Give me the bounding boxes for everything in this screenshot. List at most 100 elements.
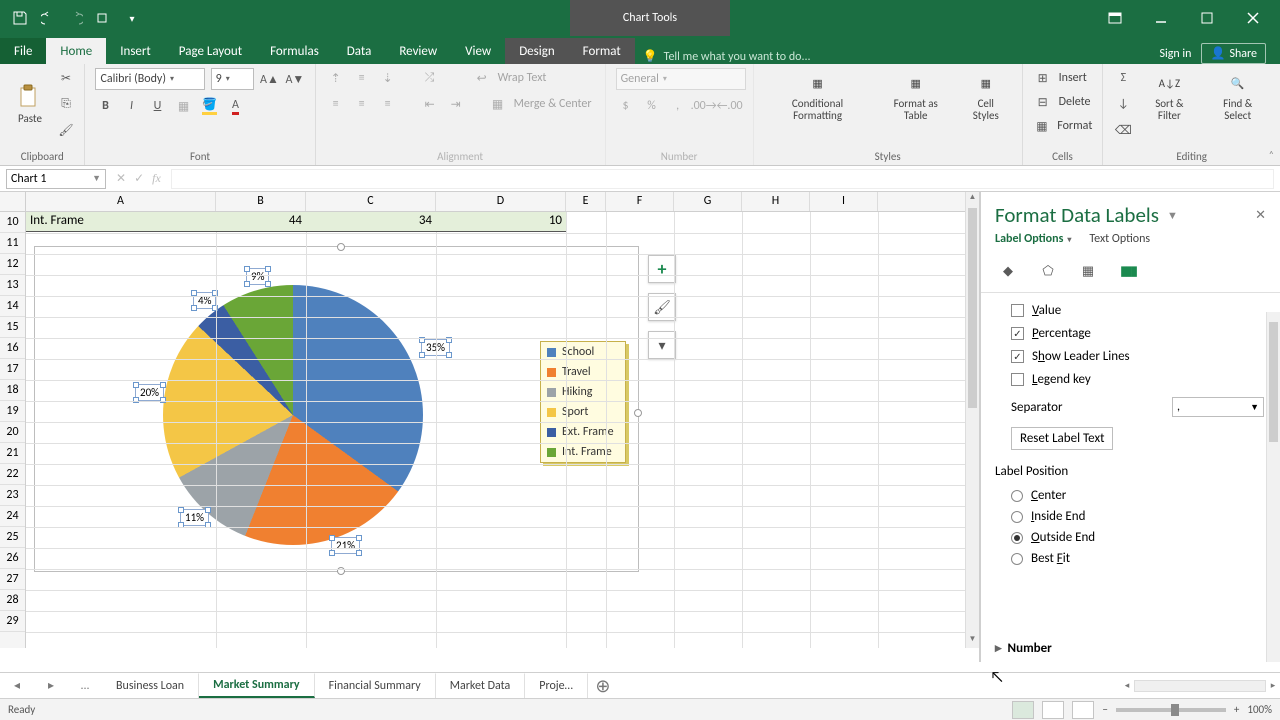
column-header[interactable]: C: [306, 192, 436, 211]
row-header[interactable]: 21: [0, 443, 25, 464]
row-header[interactable]: 15: [0, 317, 25, 338]
column-header[interactable]: E: [566, 192, 606, 211]
data-label-int-frame[interactable]: 9%: [246, 268, 269, 285]
tab-file[interactable]: File: [0, 38, 46, 64]
checkbox-percentage[interactable]: ✓Percentage: [1011, 322, 1276, 345]
legend-item[interactable]: Sport: [541, 402, 625, 422]
currency-icon[interactable]: $: [616, 96, 636, 116]
zoom-in-icon[interactable]: +: [1234, 703, 1239, 716]
delete-button[interactable]: ⊟Delete: [1033, 92, 1093, 112]
close-pane-icon[interactable]: ✕: [1255, 208, 1266, 223]
font-size-select[interactable]: 9: [211, 68, 254, 90]
font-color-icon[interactable]: A: [225, 96, 245, 116]
column-header[interactable]: H: [742, 192, 810, 211]
row-header[interactable]: 19: [0, 401, 25, 422]
page-layout-view-icon[interactable]: [1042, 701, 1064, 719]
sheet-tab-market-data[interactable]: Market Data: [436, 673, 526, 698]
fill-icon[interactable]: ↓: [1113, 94, 1133, 114]
cut-icon[interactable]: ✂: [56, 68, 76, 88]
number-format-select[interactable]: General: [616, 68, 746, 90]
tab-formulas[interactable]: Formulas: [256, 38, 333, 64]
sheet-tab-market-summary[interactable]: Market Summary: [199, 673, 315, 698]
tab-view[interactable]: View: [451, 38, 505, 64]
row-header[interactable]: 10: [0, 212, 25, 233]
legend-item[interactable]: Ext. Frame: [541, 422, 625, 442]
decrease-decimal-icon[interactable]: ←.00: [720, 96, 740, 116]
save-icon[interactable]: [6, 4, 34, 32]
border-icon[interactable]: ▦: [173, 96, 193, 116]
copy-icon[interactable]: ⎘: [56, 94, 76, 114]
align-left-icon[interactable]: ≡: [326, 94, 346, 114]
chart-filters-button[interactable]: ▾: [648, 331, 676, 359]
cell[interactable]: Int. Frame: [26, 212, 216, 232]
align-right-icon[interactable]: ≡: [378, 94, 398, 114]
fx-icon[interactable]: fx: [152, 171, 161, 186]
sheet-tab-financial-summary[interactable]: Financial Summary: [315, 673, 436, 698]
orientation-icon[interactable]: ⤮: [420, 68, 440, 88]
sort-filter-button[interactable]: A↓ZSort & Filter: [1139, 68, 1199, 124]
row-header[interactable]: 24: [0, 506, 25, 527]
page-break-view-icon[interactable]: [1072, 701, 1094, 719]
close-icon[interactable]: [1230, 2, 1276, 34]
vertical-scrollbar[interactable]: ▲ ▼: [965, 192, 979, 648]
row-header[interactable]: 18: [0, 380, 25, 401]
column-header[interactable]: G: [674, 192, 742, 211]
size-properties-icon[interactable]: ▦: [1075, 258, 1101, 284]
sheet-nav-next[interactable]: ▸: [34, 673, 68, 698]
clear-icon[interactable]: ⌫: [1113, 120, 1133, 140]
column-header[interactable]: D: [436, 192, 566, 211]
decrease-indent-icon[interactable]: ⇤: [420, 94, 440, 114]
reset-label-text-button[interactable]: Reset Label Text: [1011, 427, 1113, 450]
scroll-thumb[interactable]: [968, 208, 977, 408]
maximize-icon[interactable]: [1184, 2, 1230, 34]
zoom-level[interactable]: 100%: [1247, 703, 1272, 716]
tab-page-layout[interactable]: Page Layout: [165, 38, 256, 64]
merge-icon[interactable]: ▦: [488, 94, 508, 114]
comma-icon[interactable]: ,: [668, 96, 688, 116]
row-header[interactable]: 13: [0, 275, 25, 296]
tab-format[interactable]: Format: [569, 38, 635, 64]
row-header[interactable]: 20: [0, 422, 25, 443]
row-header[interactable]: 17: [0, 359, 25, 380]
decrease-font-icon[interactable]: A▼: [285, 69, 304, 89]
data-label-ext-frame[interactable]: 4%: [193, 292, 216, 309]
formula-input[interactable]: [171, 169, 1274, 189]
name-box[interactable]: Chart 1▼: [6, 169, 106, 189]
align-top-icon[interactable]: ⇡: [326, 68, 346, 88]
tab-insert[interactable]: Insert: [106, 38, 165, 64]
percent-icon[interactable]: %: [642, 96, 662, 116]
row-header[interactable]: 27: [0, 569, 25, 590]
format-as-table-button[interactable]: ▦Format as Table: [878, 68, 954, 124]
touch-mode-icon[interactable]: [90, 4, 118, 32]
worksheet-grid[interactable]: ABCDEFGHI 101112131415161718192021222324…: [0, 192, 980, 662]
enter-icon[interactable]: ✓: [134, 171, 144, 186]
sheet-tab-business-loan[interactable]: Business Loan: [102, 673, 199, 698]
separator-select[interactable]: ,▼: [1172, 397, 1264, 417]
checkbox-legend-key[interactable]: Legend key: [1011, 368, 1276, 391]
data-label-hiking[interactable]: 11%: [180, 509, 209, 526]
effects-icon[interactable]: ⬠: [1035, 258, 1061, 284]
sheet-tab-projections[interactable]: Proje…: [525, 673, 588, 698]
radio-center[interactable]: Center: [1011, 485, 1276, 506]
align-middle-icon[interactable]: ≡: [352, 68, 372, 88]
increase-decimal-icon[interactable]: .00→: [694, 96, 714, 116]
fill-color-icon[interactable]: 🪣: [199, 96, 219, 116]
tab-home[interactable]: Home: [46, 38, 106, 64]
format-button[interactable]: ▦Format: [1033, 116, 1093, 136]
sign-in-link[interactable]: Sign in: [1159, 47, 1191, 61]
wrap-text-icon[interactable]: ↩: [472, 68, 492, 88]
cell[interactable]: 10: [436, 212, 566, 232]
insert-button[interactable]: ⊞Insert: [1033, 68, 1093, 88]
data-label-travel[interactable]: 21%: [331, 537, 360, 554]
row-header[interactable]: 26: [0, 548, 25, 569]
share-button[interactable]: 👤 Share: [1201, 43, 1266, 64]
row-header[interactable]: 11: [0, 233, 25, 254]
row-header[interactable]: 22: [0, 464, 25, 485]
column-header[interactable]: A: [26, 192, 216, 211]
italic-icon[interactable]: I: [121, 96, 141, 116]
row-header[interactable]: 25: [0, 527, 25, 548]
cell[interactable]: 44: [216, 212, 306, 232]
chart-object[interactable]: 35% 21% 11% 20% 4% 9% SchoolTravelHiking…: [34, 246, 639, 572]
horizontal-scrollbar[interactable]: ◂▸: [1120, 673, 1280, 698]
paste-button[interactable]: Paste: [10, 82, 50, 127]
